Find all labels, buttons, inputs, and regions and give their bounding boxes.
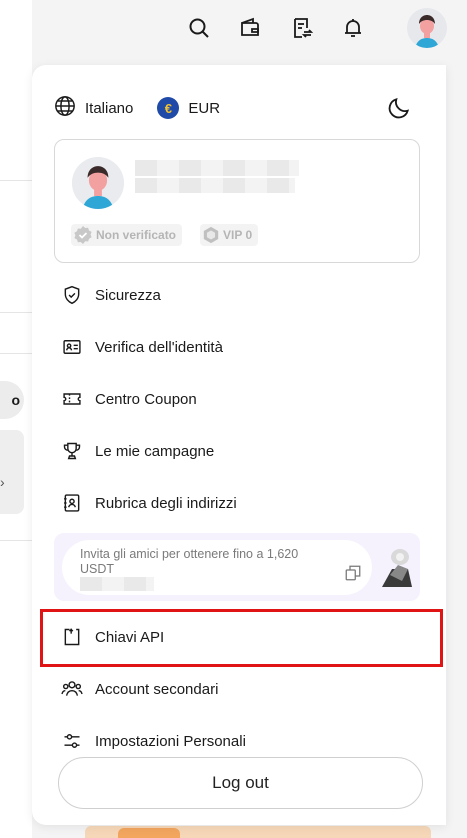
background-divider bbox=[0, 312, 32, 313]
menu-item-label: Sicurezza bbox=[95, 286, 161, 304]
redacted-user-id bbox=[135, 178, 295, 193]
bell-icon[interactable] bbox=[339, 14, 367, 42]
ticket-icon bbox=[61, 388, 83, 410]
address-book-icon bbox=[61, 492, 83, 514]
logout-button[interactable]: Log out bbox=[58, 757, 423, 809]
copy-icon[interactable] bbox=[344, 564, 362, 582]
vip-icon bbox=[203, 226, 219, 244]
verification-badge[interactable]: Non verificato bbox=[71, 224, 183, 246]
background-divider bbox=[0, 180, 32, 181]
menu-item-api-keys[interactable]: Chiavi API bbox=[54, 617, 420, 657]
search-icon[interactable] bbox=[185, 14, 213, 42]
verified-icon bbox=[74, 226, 92, 244]
menu-item-address-book[interactable]: Rubrica degli indirizzi bbox=[54, 483, 420, 523]
wallet-icon[interactable] bbox=[236, 14, 264, 42]
menu-item-label: Centro Coupon bbox=[95, 390, 197, 408]
preferences-row: Italiano € EUR bbox=[54, 95, 244, 121]
background-divider bbox=[0, 540, 32, 541]
language-selector[interactable]: Italiano bbox=[54, 95, 133, 121]
menu-item-identity-verification[interactable]: Verifica dell'identità bbox=[54, 327, 420, 367]
currency-selector[interactable]: € EUR bbox=[157, 97, 220, 119]
menu-item-label: Impostazioni Personali bbox=[95, 732, 246, 750]
orders-icon[interactable] bbox=[288, 14, 316, 42]
background-banner-button bbox=[118, 828, 180, 838]
trophy-icon bbox=[61, 440, 83, 462]
moon-icon[interactable] bbox=[386, 95, 412, 121]
referral-text: Invita gli amici per ottenere fino a 1,6… bbox=[80, 547, 299, 576]
language-label: Italiano bbox=[85, 99, 134, 117]
currency-label: EUR bbox=[188, 99, 221, 117]
sliders-icon bbox=[61, 730, 83, 752]
menu-item-label: Account secondari bbox=[95, 680, 219, 698]
shield-icon bbox=[61, 284, 83, 306]
menu-item-label: Rubrica degli indirizzi bbox=[95, 494, 237, 512]
avatar[interactable] bbox=[407, 8, 447, 48]
background-divider bbox=[0, 353, 32, 354]
vip-badge[interactable]: VIP 0 bbox=[200, 224, 259, 246]
background-page bbox=[0, 0, 32, 838]
menu-item-label: Le mie campagne bbox=[95, 442, 215, 460]
menu-item-sub-accounts[interactable]: Account secondari bbox=[54, 669, 420, 709]
account-dropdown: Italiano € EUR Non verificato VIP 0 Sicu… bbox=[32, 65, 446, 825]
menu-item-my-campaigns[interactable]: Le mie campagne bbox=[54, 431, 420, 471]
menu-item-label: Chiavi API bbox=[95, 628, 165, 646]
profile-card[interactable]: Non verificato VIP 0 bbox=[54, 139, 420, 263]
api-key-icon bbox=[61, 626, 83, 648]
euro-icon: € bbox=[157, 97, 180, 119]
referral-link-pill: Invita gli amici per ottenere fino a 1,6… bbox=[62, 540, 372, 595]
referral-banner[interactable]: Invita gli amici per ottenere fino a 1,6… bbox=[54, 533, 420, 601]
background-card bbox=[0, 430, 24, 514]
top-bar bbox=[0, 0, 467, 60]
verification-badge-label: Non verificato bbox=[96, 228, 177, 242]
redacted-referral-code bbox=[80, 577, 154, 591]
profile-avatar bbox=[72, 157, 124, 209]
menu-item-label: Verifica dell'identità bbox=[95, 338, 223, 356]
redacted-username bbox=[135, 160, 299, 176]
background-arrow-icon: › bbox=[0, 474, 5, 490]
gift-illustration-icon bbox=[378, 547, 416, 589]
vip-badge-label: VIP 0 bbox=[223, 228, 253, 242]
menu-item-security[interactable]: Sicurezza bbox=[54, 275, 420, 315]
id-card-icon bbox=[61, 336, 83, 358]
users-icon bbox=[61, 678, 83, 700]
globe-icon bbox=[54, 95, 76, 121]
menu-item-coupon-center[interactable]: Centro Coupon bbox=[54, 379, 420, 419]
